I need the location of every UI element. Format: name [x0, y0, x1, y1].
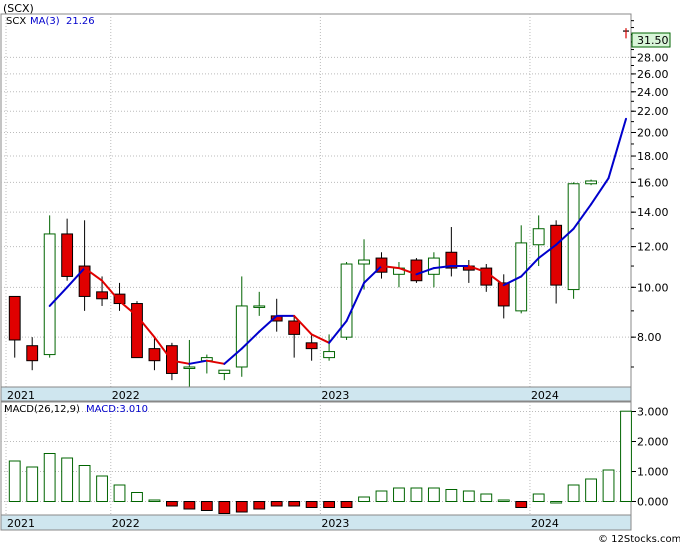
- candle-body-up: [253, 305, 266, 308]
- price-tick-label: 28.00: [637, 51, 669, 64]
- candle-body-down: [148, 348, 161, 362]
- price-tick-label: 22.00: [637, 105, 669, 118]
- macd-bar-positive: [131, 492, 143, 502]
- candle-body-down: [61, 233, 74, 277]
- macd-bar-positive: [148, 499, 161, 502]
- year-label: 2022: [112, 389, 140, 402]
- macd-bar-negative: [235, 501, 248, 513]
- macd-bar-positive: [410, 487, 423, 502]
- candle-body-up: [358, 259, 370, 265]
- price-tick-label: 14.00: [637, 206, 669, 219]
- candle-body-up: [532, 228, 545, 246]
- macd-bar-positive: [532, 493, 545, 502]
- macd-bar-positive: [480, 493, 493, 502]
- candle-body-up: [567, 183, 580, 291]
- macd-year-label: 2022: [112, 517, 140, 530]
- macd-tick-label: 3.000: [637, 406, 669, 419]
- indicator-label: MA(3): [30, 16, 60, 27]
- macd-bar-positive: [96, 475, 108, 502]
- macd-label: MACD(26,12,9): [4, 404, 80, 415]
- macd-bar-positive: [43, 453, 56, 502]
- price-tick-label: 24.00: [637, 86, 669, 99]
- price-tick-label: 10.00: [637, 281, 669, 294]
- candle-body-down: [26, 345, 39, 362]
- macd-bar-negative: [515, 501, 528, 508]
- macd-bar-positive: [375, 490, 388, 502]
- candle-body-down: [8, 295, 21, 341]
- candle: [567, 182, 580, 299]
- macd-bar-positive: [620, 410, 632, 503]
- macd-year-label: 2023: [321, 517, 349, 530]
- macd-bar-negative: [305, 501, 318, 508]
- macd-bar-positive: [8, 460, 21, 502]
- candle-body-up: [427, 257, 440, 275]
- price-tick-label: 12.00: [637, 241, 669, 254]
- indicator-value: 21.26: [66, 16, 95, 27]
- macd-bar-negative: [183, 501, 196, 510]
- macd-bar-positive: [113, 484, 126, 502]
- candle-body-down: [305, 342, 318, 350]
- candle: [131, 301, 143, 359]
- year-label: 2023: [321, 389, 349, 402]
- macd-bar-positive: [393, 487, 405, 502]
- price-tick-label: 16.00: [637, 176, 669, 189]
- candle-body-up: [323, 351, 336, 359]
- chart-canvas: (SCX) 28.00 26.00 24.00 22.00 20.00 18.00 16.0…: [0, 2, 680, 545]
- candle-body-down: [96, 291, 108, 300]
- macd-tick-label: 2.000: [637, 436, 669, 449]
- macd-y-axis: 3.000 2.000 1.000 0.000: [631, 406, 669, 509]
- macd-bar-positive: [427, 487, 440, 502]
- macd-bar-positive: [78, 465, 91, 502]
- macd-bar-positive: [550, 501, 563, 504]
- macd-bar-negative: [288, 501, 301, 507]
- page-title: (SCX): [3, 2, 34, 15]
- candle-body-down: [497, 282, 510, 307]
- macd-bar-negative: [218, 501, 231, 514]
- candle-body-up: [43, 233, 56, 356]
- macd-bar-positive: [26, 466, 39, 502]
- macd-bar-negative: [200, 501, 213, 511]
- price-y-axis: 28.00 26.00 24.00 22.00 20.00 18.00 16.00 14.00…: [631, 20, 669, 368]
- macd-bar-negative: [270, 501, 283, 507]
- macd-bar-positive: [358, 496, 370, 502]
- macd-bar-negative: [340, 501, 353, 508]
- macd-bar-positive: [497, 499, 510, 502]
- price-tick-label: 20.00: [637, 127, 669, 140]
- candle-body-down: [288, 320, 301, 335]
- macd-bar-positive: [445, 489, 458, 502]
- macd-bar-negative: [253, 501, 266, 510]
- macd-bar-positive: [602, 469, 615, 502]
- current-price-label: 31.50: [637, 34, 669, 47]
- macd-bar-positive: [585, 478, 597, 502]
- ticker-label: SCX: [6, 16, 26, 27]
- year-label: 2024: [531, 389, 559, 402]
- candle-body-up: [218, 369, 231, 374]
- macd-bar-positive: [61, 457, 74, 502]
- candle-body-up: [585, 180, 597, 185]
- candle: [340, 262, 353, 340]
- candle-body-up: [183, 366, 196, 369]
- price-tick-label: 26.00: [637, 68, 669, 81]
- candle-body-up: [235, 305, 248, 368]
- macd-tick-label: 0.000: [637, 496, 669, 509]
- candle-body-down: [410, 259, 423, 282]
- macd-bar-negative: [166, 501, 178, 507]
- year-label: 2021: [7, 389, 35, 402]
- macd-year-label: 2024: [531, 517, 559, 530]
- price-tick-label: 8.00: [637, 331, 662, 344]
- price-tick-label: 18.00: [637, 150, 669, 163]
- candle: [43, 215, 56, 358]
- macd-bar-negative: [323, 501, 336, 508]
- macd-value-label: MACD:3.010: [86, 404, 148, 415]
- macd-tick-label: 1.000: [637, 466, 669, 479]
- candle-body-down: [550, 224, 563, 286]
- macd-bar-positive: [462, 490, 475, 502]
- price-panel: [0, 13, 632, 388]
- macd-bar-positive: [567, 484, 580, 502]
- copyright-label: © 12Stocks.com: [598, 534, 680, 545]
- candle: [410, 258, 423, 283]
- macd-year-label: 2021: [7, 517, 35, 530]
